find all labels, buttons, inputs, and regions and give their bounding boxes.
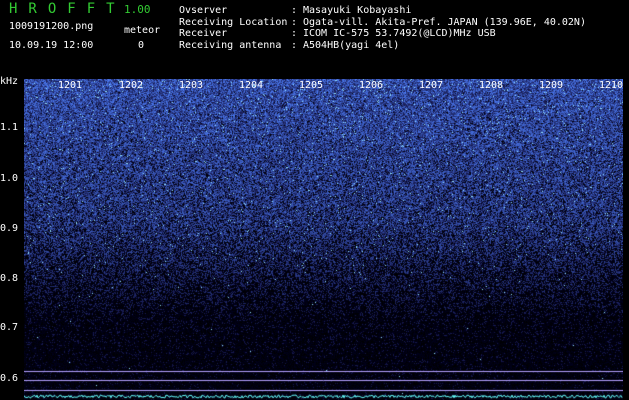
frequency-axis: kHz 1.1 1.0 0.9 0.8 0.7 0.6 (0, 76, 24, 400)
time-tick-label: 1210 (599, 80, 624, 91)
info-key: Ovserver (179, 5, 228, 16)
frequency-tick-label: 0.9 (0, 223, 19, 234)
app-name: HROFFT (9, 1, 126, 17)
meteor-label: meteor (124, 25, 161, 36)
time-tick-label: 1208 (479, 80, 504, 91)
spectrogram-canvas[interactable] (24, 79, 623, 400)
frequency-tick-label: 1.0 (0, 173, 19, 184)
app-version: 1.00 (124, 3, 151, 16)
time-tick-label: 1204 (239, 80, 264, 91)
time-tick-label: 1201 (58, 80, 83, 91)
info-key: Receiver (179, 28, 228, 39)
frequency-tick-label: 0.8 (0, 273, 19, 284)
time-tick-label: 1205 (299, 80, 324, 91)
time-tick-label: 1207 (419, 80, 444, 91)
info-row-receiver: Receiver : ICOM IC-575 53.7492(@LCD)MHz … (179, 28, 586, 40)
frequency-tick-label: 0.6 (0, 373, 19, 384)
info-key: Receiving antenna (179, 39, 282, 51)
station-info: Ovserver : Masayuki Kobayashi Receiving … (179, 5, 586, 51)
time-tick-label: 1209 (539, 80, 564, 91)
time-tick-label: 1203 (179, 80, 204, 91)
info-separator: : (291, 16, 298, 28)
image-filename: 1009191200.png (9, 21, 94, 32)
frequency-unit-label: kHz (0, 76, 19, 87)
info-value: ICOM IC-575 53.7492(@LCD)MHz USB (303, 28, 496, 39)
info-value: A504HB(yagi 4el) (303, 39, 400, 51)
info-key: Receiving Location (179, 16, 288, 28)
capture-datetime: 10.09.19 12:00 (9, 40, 94, 51)
frequency-tick-label: 0.7 (0, 322, 19, 333)
time-tick-label: 1206 (359, 80, 384, 91)
info-row-observer: Ovserver : Masayuki Kobayashi (179, 5, 586, 17)
header-panel: HROFFT 1.00 1009191200.png meteor 10.09.… (0, 0, 629, 76)
info-separator: : (291, 39, 298, 51)
meteor-count: 0 (138, 40, 145, 51)
info-value: Ogata-vill. Akita-Pref. JAPAN (139.96E, … (303, 16, 586, 28)
info-row-location: Receiving Location : Ogata-vill. Akita-P… (179, 17, 586, 29)
frequency-tick-label: 1.1 (0, 122, 19, 133)
info-row-antenna: Receiving antenna : A504HB(yagi 4el) (179, 40, 586, 52)
time-axis: 1201 1202 1203 1204 1205 1206 1207 1208 … (24, 79, 623, 93)
info-separator: : (291, 28, 298, 39)
info-separator: : (291, 5, 298, 16)
info-value: Masayuki Kobayashi (303, 5, 412, 16)
time-tick-label: 1202 (119, 80, 144, 91)
